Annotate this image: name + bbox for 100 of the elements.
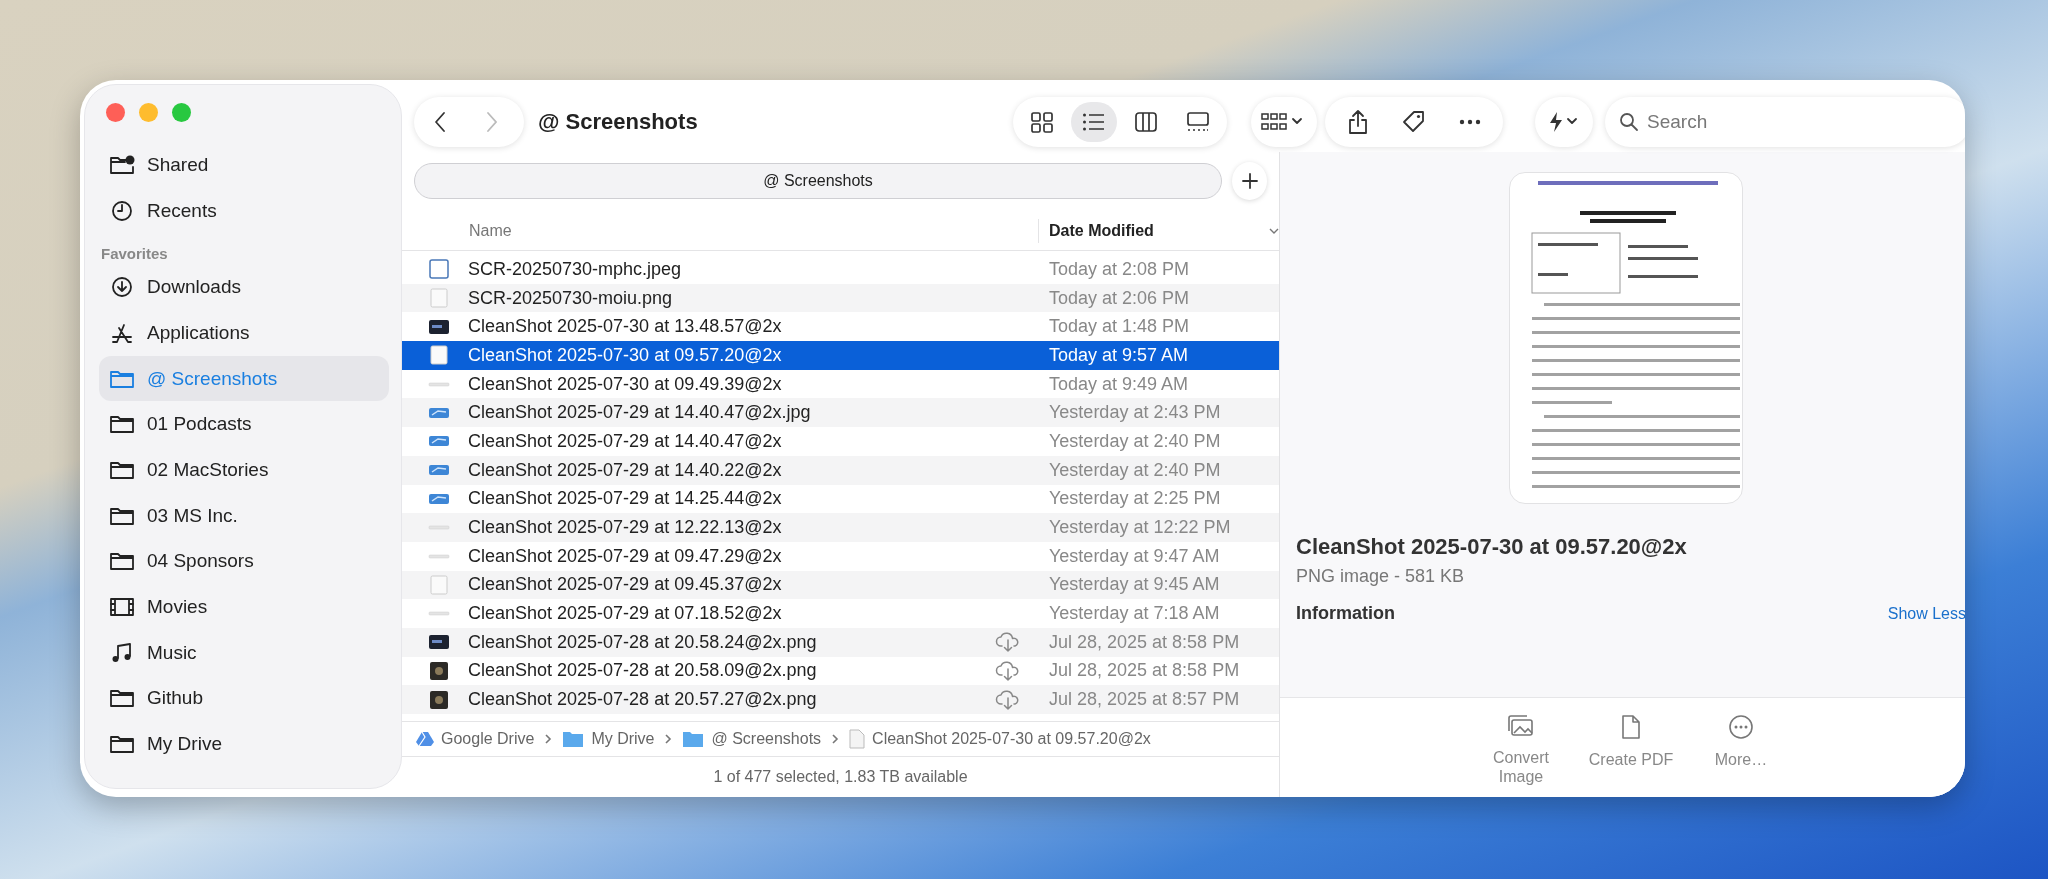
chevron-right-icon bbox=[831, 733, 840, 745]
sidebar-item[interactable]: Github bbox=[99, 675, 389, 722]
sidebar-item-label: Github bbox=[147, 687, 203, 710]
file-icon bbox=[849, 729, 866, 749]
sidebar-item[interactable]: Music bbox=[99, 629, 389, 676]
path-tab[interactable]: @ Screenshots bbox=[414, 163, 1222, 199]
date-modified: Yesterday at 7:18 AM bbox=[1048, 603, 1220, 625]
images-icon bbox=[1507, 714, 1535, 738]
date-modified: Today at 1:48 PM bbox=[1048, 316, 1190, 338]
path-item[interactable]: CleanShot 2025-07-30 at 09.57.20@2x bbox=[872, 730, 1151, 748]
window-title: @ Screenshots bbox=[538, 109, 699, 135]
document-icon bbox=[1621, 714, 1641, 740]
new-tab-button[interactable] bbox=[1232, 162, 1267, 200]
download-icon bbox=[109, 276, 135, 299]
sidebar-item-label: 01 Podcasts bbox=[147, 413, 252, 436]
photo-thumbnail-icon bbox=[428, 689, 450, 710]
sidebar-item-label: Music bbox=[147, 641, 197, 664]
search-field[interactable]: Search bbox=[1605, 97, 1965, 147]
chevron-right-icon bbox=[664, 733, 673, 745]
sidebar-item[interactable]: My Drive bbox=[99, 721, 389, 767]
file-row[interactable]: CleanShot 2025-07-29 at 09.45.37@2x Yesterday at 9:45 AM bbox=[402, 570, 1279, 600]
file-row[interactable]: CleanShot 2025-07-29 at 14.25.44@2x Yesterday at 2:25 PM bbox=[402, 484, 1279, 514]
date-modified: Yesterday at 9:45 AM bbox=[1048, 574, 1220, 596]
path-item[interactable]: My Drive bbox=[591, 730, 655, 748]
file-row[interactable]: CleanShot 2025-07-28 at 20.58.24@2x.png Jul 28, 2025 at 8:58 PM bbox=[402, 627, 1279, 657]
file-name: CleanShot 2025-07-30 at 09.57.20@2x bbox=[468, 344, 783, 366]
show-less-link[interactable]: Show Less bbox=[1887, 605, 1965, 623]
plus-icon bbox=[1241, 173, 1258, 189]
close-button[interactable] bbox=[106, 103, 125, 122]
sidebar-item[interactable]: Applications bbox=[99, 310, 389, 356]
view-mode-button[interactable] bbox=[1071, 102, 1117, 142]
file-row[interactable]: CleanShot 2025-07-30 at 09.49.39@2x Today at 9:49 AM bbox=[402, 369, 1279, 399]
sidebar-section-title: Favorites bbox=[100, 244, 169, 265]
sidebar-item-label: 02 MacStories bbox=[147, 458, 269, 481]
sidebar-item-label: Movies bbox=[147, 596, 208, 619]
sort-chevron-icon bbox=[1269, 227, 1279, 235]
sidebar-item[interactable]: Downloads bbox=[99, 264, 389, 311]
date-modified: Today at 9:57 AM bbox=[1048, 344, 1189, 366]
file-row[interactable]: CleanShot 2025-07-29 at 09.47.29@2x Yesterday at 9:47 AM bbox=[402, 541, 1279, 571]
sidebar-item[interactable]: Shared bbox=[99, 142, 389, 188]
path-item[interactable]: Google Drive bbox=[441, 730, 535, 748]
share-icon bbox=[1347, 109, 1369, 135]
sidebar-item-label: Shared bbox=[147, 153, 209, 176]
file-row[interactable]: CleanShot 2025-07-29 at 14.40.47@2x.jpg Yesterday at 2:43 PM bbox=[402, 398, 1279, 428]
film-icon bbox=[109, 596, 135, 619]
file-kind-size: PNG image - 581 KB bbox=[1296, 566, 1466, 587]
file-name: CleanShot 2025-07-30 at 13.48.57@2x bbox=[468, 316, 783, 338]
gallery-view-icon bbox=[1186, 111, 1210, 133]
date-modified: Yesterday at 2:43 PM bbox=[1048, 402, 1221, 424]
date-modified: Today at 9:49 AM bbox=[1048, 373, 1189, 395]
shared-folder-icon bbox=[109, 153, 135, 176]
file-row[interactable]: CleanShot 2025-07-29 at 14.40.47@2x Yesterday at 2:40 PM bbox=[402, 427, 1279, 456]
sidebar-item[interactable]: 03 MS Inc. bbox=[99, 492, 389, 539]
file-name: SCR-20250730-mphc.jpeg bbox=[468, 258, 683, 280]
folder-icon bbox=[562, 730, 585, 748]
file-name: SCR-20250730-moiu.png bbox=[468, 287, 674, 309]
sidebar-item[interactable]: Movies bbox=[99, 584, 389, 630]
column-header[interactable]: Name bbox=[469, 222, 512, 239]
section-title: Information bbox=[1296, 603, 1395, 624]
file-row[interactable]: SCR-20250730-moiu.png Today at 2:06 PM bbox=[402, 283, 1279, 313]
tag-icon bbox=[1401, 109, 1427, 135]
file-row[interactable]: CleanShot 2025-07-28 at 20.58.09@2x.png Jul 28, 2025 at 8:58 PM bbox=[402, 656, 1279, 686]
page-thumbnail-icon bbox=[428, 574, 450, 595]
path-item[interactable]: @ Screenshots bbox=[711, 730, 822, 748]
sidebar-item[interactable]: 04 Sponsors bbox=[99, 538, 389, 585]
page-thumbnail-icon bbox=[428, 288, 450, 309]
file-name: CleanShot 2025-07-28 at 20.58.09@2x.png bbox=[468, 660, 818, 682]
column-header[interactable]: Date Modified bbox=[1049, 222, 1154, 240]
strip-thumbnail-icon bbox=[428, 381, 450, 387]
sidebar-item[interactable]: Recents bbox=[99, 187, 389, 234]
applications-icon bbox=[109, 321, 135, 344]
file-name: CleanShot 2025-07-29 at 14.40.47@2x bbox=[468, 430, 783, 452]
chevron-left-icon bbox=[433, 111, 447, 133]
file-row[interactable]: CleanShot 2025-07-30 at 13.48.57@2x Today at 1:48 PM bbox=[402, 312, 1279, 342]
file-row[interactable]: CleanShot 2025-07-29 at 14.40.22@2x Yesterday at 2:40 PM bbox=[402, 455, 1279, 485]
date-modified: Yesterday at 2:40 PM bbox=[1048, 430, 1221, 452]
sidebar-item[interactable]: 01 Podcasts bbox=[99, 401, 389, 448]
file-name: CleanShot 2025-07-29 at 14.40.47@2x.jpg bbox=[468, 402, 812, 424]
quick-action-button[interactable]: Convert Image bbox=[1473, 714, 1569, 797]
date-modified: Today at 2:06 PM bbox=[1048, 287, 1190, 309]
grid-view-icon bbox=[1030, 111, 1054, 133]
date-modified: Yesterday at 2:25 PM bbox=[1048, 488, 1221, 510]
file-row[interactable]: CleanShot 2025-07-30 at 09.57.20@2x Today at 9:57 AM bbox=[402, 341, 1279, 370]
strip-thumbnail-icon bbox=[428, 525, 450, 531]
sidebar-item-label: @ Screenshots bbox=[147, 367, 278, 390]
quick-action-button[interactable]: Create PDF bbox=[1583, 714, 1679, 797]
file-row[interactable]: CleanShot 2025-07-29 at 07.18.52@2x Yesterday at 7:18 AM bbox=[402, 599, 1279, 628]
file-name: CleanShot 2025-07-29 at 07.18.52@2x bbox=[468, 603, 783, 625]
clock-icon bbox=[109, 199, 135, 222]
status-bar: 1 of 477 selected, 1.83 TB available bbox=[402, 756, 1279, 797]
chevron-right-icon bbox=[544, 733, 553, 745]
file-row[interactable]: CleanShot 2025-07-29 at 12.22.13@2x Yesterday at 12:22 PM bbox=[402, 513, 1279, 542]
drive-icon bbox=[416, 731, 434, 747]
quick-action-button[interactable]: More… bbox=[1693, 714, 1789, 797]
date-modified: Yesterday at 2:40 PM bbox=[1048, 459, 1221, 481]
sidebar-item[interactable]: 02 MacStories bbox=[99, 447, 389, 493]
list-view-icon bbox=[1082, 111, 1106, 133]
file-row[interactable]: SCR-20250730-mphc.jpeg Today at 2:08 PM bbox=[402, 255, 1279, 284]
file-row[interactable]: CleanShot 2025-07-28 at 20.57.27@2x.png Jul 28, 2025 at 8:57 PM bbox=[402, 685, 1279, 714]
file-name: CleanShot 2025-07-29 at 12.22.13@2x bbox=[468, 517, 783, 539]
